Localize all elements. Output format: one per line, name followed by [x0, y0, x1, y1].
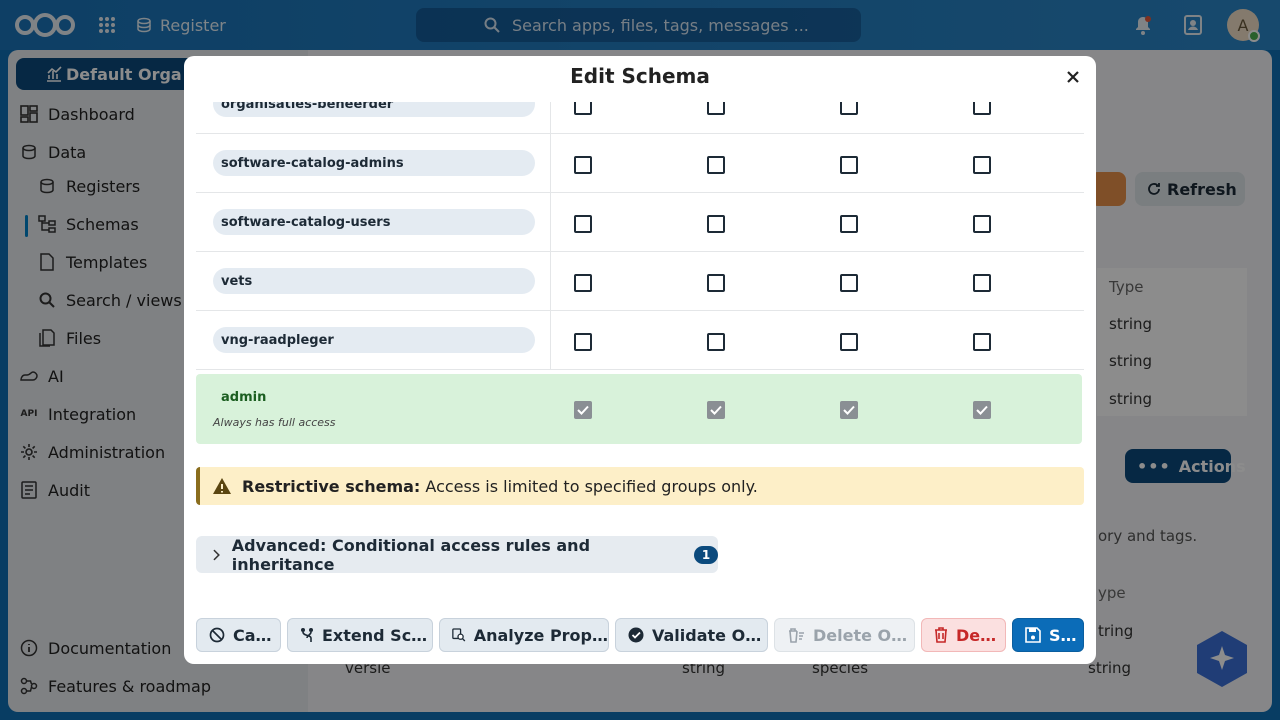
- rules-count-badge: 1: [694, 545, 718, 564]
- analyze-properties-button[interactable]: Analyze Prop…: [439, 618, 609, 652]
- table-row: vets: [196, 252, 1084, 311]
- cancel-icon: [209, 627, 225, 643]
- restrictive-schema-warning: Restrictive schema: Access is limited to…: [196, 467, 1084, 505]
- table-row: organisaties-beheerder: [196, 102, 1084, 134]
- delete-permission-checkbox[interactable]: [973, 333, 991, 351]
- warning-icon: [213, 478, 231, 494]
- read-permission-checkbox[interactable]: [707, 333, 725, 351]
- check-icon: [843, 405, 855, 415]
- group-name-pill: software-catalog-admins: [213, 150, 535, 176]
- delete-schema-button[interactable]: De…: [921, 618, 1006, 652]
- table-row: software-catalog-users: [196, 193, 1084, 252]
- update-permission-checkbox[interactable]: [840, 102, 858, 115]
- update-permission-checkbox[interactable]: [840, 274, 858, 292]
- warning-title: Restrictive schema:: [242, 476, 421, 496]
- group-name-pill: vng-raadpleger: [213, 327, 535, 353]
- delete-permission-checkbox[interactable]: [973, 156, 991, 174]
- group-permissions-table: organisaties-beheerder software-catalog-…: [196, 102, 1084, 502]
- check-icon: [976, 405, 988, 415]
- read-permission-checkbox[interactable]: [707, 215, 725, 233]
- read-permission-checkbox[interactable]: [707, 102, 725, 115]
- update-permission-checkbox[interactable]: [840, 333, 858, 351]
- delete-permission-checkbox-checked: [973, 401, 991, 419]
- check-icon: [577, 405, 589, 415]
- extend-schema-button[interactable]: Extend Sc…: [287, 618, 433, 652]
- analyze-icon: [452, 628, 466, 642]
- create-permission-checkbox[interactable]: [574, 102, 592, 115]
- admin-note: Always has full access: [213, 416, 336, 429]
- trash-icon: [935, 627, 947, 643]
- close-icon: [1067, 71, 1079, 83]
- update-permission-checkbox[interactable]: [840, 156, 858, 174]
- close-button[interactable]: [1062, 66, 1084, 88]
- extend-label: Extend Sc…: [322, 625, 428, 645]
- validate-objects-button[interactable]: Validate O…: [615, 618, 768, 652]
- group-name-cell: vets: [196, 252, 551, 311]
- create-permission-checkbox[interactable]: [574, 215, 592, 233]
- cancel-label: Ca…: [233, 625, 272, 645]
- read-permission-checkbox[interactable]: [707, 156, 725, 174]
- delete-label: De…: [956, 625, 997, 645]
- delete-permission-checkbox[interactable]: [973, 102, 991, 115]
- group-name-pill: vets: [213, 268, 535, 294]
- fork-icon: [301, 628, 313, 642]
- delete-sweep-icon: [789, 628, 804, 643]
- validate-label: Validate O…: [652, 625, 762, 645]
- table-row: vng-raadpleger: [196, 311, 1084, 370]
- cancel-button[interactable]: Ca…: [196, 618, 281, 652]
- read-permission-checkbox-checked: [707, 401, 725, 419]
- delete-permission-checkbox[interactable]: [973, 274, 991, 292]
- create-permission-checkbox[interactable]: [574, 274, 592, 292]
- edit-schema-dialog: Edit Schema organisaties-beheerder softw…: [184, 56, 1096, 664]
- update-permission-checkbox-checked: [840, 401, 858, 419]
- read-permission-checkbox[interactable]: [707, 274, 725, 292]
- update-permission-checkbox[interactable]: [840, 215, 858, 233]
- analyze-label: Analyze Prop…: [473, 625, 608, 645]
- group-name-cell: organisaties-beheerder: [196, 102, 551, 134]
- create-permission-checkbox[interactable]: [574, 333, 592, 351]
- delete-permission-checkbox[interactable]: [973, 215, 991, 233]
- warning-text: Access is limited to specified groups on…: [425, 476, 758, 496]
- admin-row: admin Always has full access: [196, 374, 1082, 444]
- admin-group-name: admin: [221, 390, 267, 405]
- advanced-access-rules-toggle[interactable]: Advanced: Conditional access rules and i…: [196, 535, 718, 574]
- group-name-pill: organisaties-beheerder: [213, 102, 535, 117]
- table-row: software-catalog-admins: [196, 134, 1084, 193]
- check-icon: [710, 405, 722, 415]
- save-button[interactable]: S…: [1012, 618, 1084, 652]
- group-name-cell: vng-raadpleger: [196, 311, 551, 370]
- dialog-title: Edit Schema: [570, 64, 710, 88]
- delete-objects-label: Delete O…: [813, 625, 908, 645]
- save-icon: [1025, 627, 1041, 643]
- advanced-label: Advanced: Conditional access rules and i…: [231, 535, 591, 574]
- check-circle-icon: [628, 627, 644, 643]
- chevron-right-icon: [213, 549, 220, 560]
- save-label: S…: [1049, 625, 1077, 645]
- create-permission-checkbox-checked: [574, 401, 592, 419]
- delete-objects-button: Delete O…: [774, 618, 915, 652]
- group-name-cell: software-catalog-admins: [196, 134, 551, 193]
- group-name-cell: software-catalog-users: [196, 193, 551, 252]
- create-permission-checkbox[interactable]: [574, 156, 592, 174]
- group-name-pill: software-catalog-users: [213, 209, 535, 235]
